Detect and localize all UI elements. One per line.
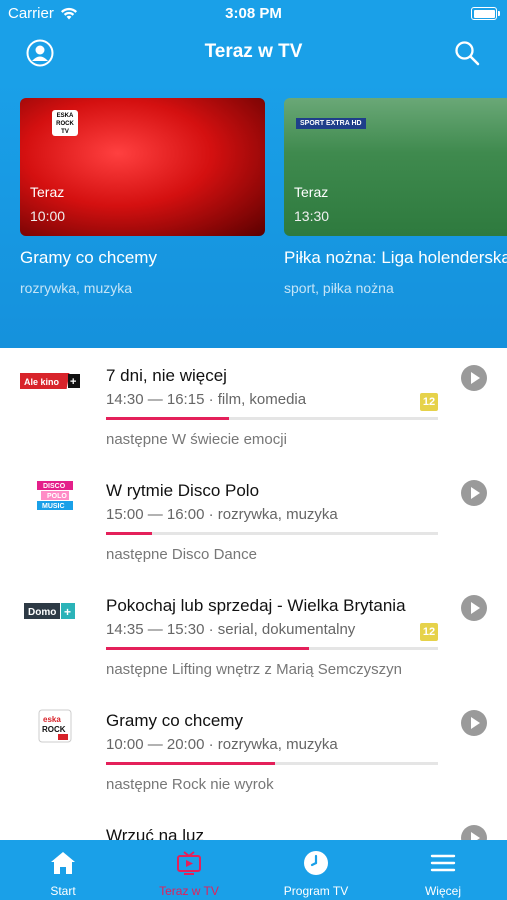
svg-text:+: + bbox=[64, 605, 71, 619]
menu-icon bbox=[430, 854, 456, 872]
play-icon[interactable] bbox=[461, 595, 487, 621]
program-progress bbox=[106, 417, 438, 420]
channel-logo: Ale kino + bbox=[20, 368, 90, 394]
channel-logo: Domo + bbox=[20, 598, 90, 624]
age-rating-badge: 12 bbox=[420, 393, 438, 411]
list-item[interactable]: DISCO POLO MUSIC W rytmie Disco Polo 15:… bbox=[0, 463, 507, 578]
featured-title: Piłka nożna: Liga holenderska bbox=[284, 248, 507, 267]
progress-fill bbox=[106, 647, 309, 650]
tab-label: Teraz w TV bbox=[159, 884, 219, 898]
program-title: 7 dni, nie więcej bbox=[106, 366, 227, 385]
channel-logo: DISCO POLO MUSIC bbox=[20, 481, 90, 510]
play-icon[interactable] bbox=[461, 480, 487, 506]
program-title: Gramy co chcemy bbox=[106, 711, 243, 730]
progress-fill bbox=[106, 762, 276, 765]
program-meta: 10:00 — 20:00 · rozrywka, muzyka bbox=[106, 736, 338, 753]
program-title: W rytmie Disco Polo bbox=[106, 481, 260, 500]
list-item[interactable]: Ale kino + 7 dni, nie więcej 14:30 — 16:… bbox=[0, 348, 507, 463]
featured-category: rozrywka, muzyka bbox=[20, 280, 133, 296]
svg-text:ROCK: ROCK bbox=[42, 725, 66, 734]
featured-time: 10:00 bbox=[30, 208, 66, 224]
next-program: następne Disco Dance bbox=[106, 546, 257, 563]
tab-program-tv[interactable]: Program TV bbox=[253, 840, 379, 900]
tab-bar: Start Teraz w TV Program TV Więcej bbox=[0, 840, 507, 900]
featured-now-label: Teraz bbox=[294, 184, 329, 200]
svg-text:Domo: Domo bbox=[28, 607, 56, 618]
status-bar: Carrier 3:08 PM bbox=[0, 0, 507, 28]
progress-fill bbox=[106, 417, 229, 420]
featured-time: 13:30 bbox=[294, 208, 330, 224]
channel-logo: ESKA ROCK TV bbox=[52, 110, 78, 136]
status-time: 3:08 PM bbox=[225, 5, 282, 22]
program-progress bbox=[106, 532, 438, 535]
featured-now-label: Teraz bbox=[30, 184, 65, 200]
tab-start[interactable]: Start bbox=[0, 840, 126, 900]
play-icon[interactable] bbox=[461, 365, 487, 391]
featured-card[interactable]: SPORT EXTRA HD Teraz 13:30 Piłka nożna: … bbox=[284, 98, 507, 296]
nav-header: Teraz w TV bbox=[0, 28, 507, 78]
battery-icon bbox=[471, 7, 500, 20]
tab-now-on-tv[interactable]: Teraz w TV bbox=[126, 840, 252, 900]
tab-label: Program TV bbox=[283, 884, 349, 898]
featured-thumbnail: SPORT EXTRA HD Teraz 13:30 bbox=[284, 98, 507, 236]
next-program: następne Lifting wnętrz z Marią Semczysz… bbox=[106, 661, 402, 678]
featured-thumbnail: ESKA ROCK TV Teraz 10:00 bbox=[20, 98, 265, 236]
featured-title: Gramy co chcemy bbox=[20, 248, 157, 267]
tab-label: Start bbox=[50, 884, 76, 898]
svg-text:DISCO: DISCO bbox=[43, 483, 66, 490]
program-meta: 14:35 — 15:30 · serial, dokumentalny bbox=[106, 621, 356, 638]
home-icon bbox=[51, 852, 75, 874]
list-item[interactable]: eska ROCK Gramy co chcemy 10:00 — 20:00 … bbox=[0, 693, 507, 808]
progress-fill bbox=[106, 532, 153, 535]
tab-more[interactable]: Więcej bbox=[380, 840, 506, 900]
program-meta: 15:00 — 16:00 · rozrywka, muzyka bbox=[106, 506, 338, 523]
program-meta: 14:30 — 16:15 · film, komedia bbox=[106, 391, 307, 408]
svg-text:+: + bbox=[70, 376, 76, 388]
program-progress bbox=[106, 647, 438, 650]
tv-icon bbox=[177, 851, 201, 875]
tab-label: Więcej bbox=[424, 884, 461, 898]
svg-text:POLO: POLO bbox=[47, 493, 67, 500]
featured-card[interactable]: ESKA ROCK TV Teraz 10:00 Gramy co chcemy… bbox=[20, 98, 265, 296]
svg-text:eska: eska bbox=[43, 715, 61, 724]
clock-icon bbox=[304, 851, 328, 875]
search-icon[interactable] bbox=[453, 39, 481, 67]
featured-category: sport, piłka nożna bbox=[284, 280, 394, 296]
next-program: następne W świecie emocji bbox=[106, 431, 287, 448]
page-title: Teraz w TV bbox=[204, 41, 303, 62]
age-rating-badge: 12 bbox=[420, 623, 438, 641]
now-on-tv-list: Ale kino + 7 dni, nie więcej 14:30 — 16:… bbox=[0, 348, 507, 900]
featured-carousel[interactable]: ESKA ROCK TV Teraz 10:00 Gramy co chcemy… bbox=[0, 78, 507, 348]
next-program: następne Rock nie wyrok bbox=[106, 776, 274, 793]
list-item[interactable]: Domo + Pokochaj lub sprzedaj - Wielka Br… bbox=[0, 578, 507, 693]
svg-text:Ale kino: Ale kino bbox=[24, 377, 60, 387]
svg-text:MUSIC: MUSIC bbox=[42, 503, 65, 510]
channel-logo: SPORT EXTRA HD bbox=[296, 118, 366, 129]
channel-logo: eska ROCK bbox=[20, 709, 90, 743]
program-progress bbox=[106, 762, 438, 765]
play-icon[interactable] bbox=[461, 710, 487, 736]
program-title: Pokochaj lub sprzedaj - Wielka Brytania bbox=[106, 596, 406, 615]
